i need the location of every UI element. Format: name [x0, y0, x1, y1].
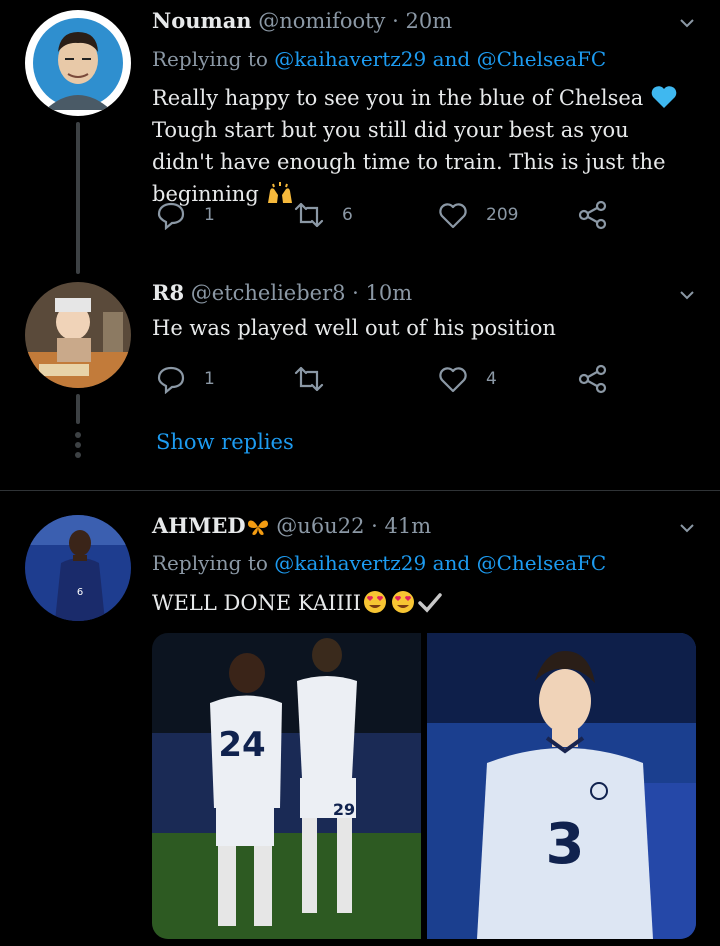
- timestamp[interactable]: 10m: [366, 281, 413, 305]
- avatar[interactable]: 6: [25, 515, 131, 621]
- separator: ·: [392, 9, 399, 33]
- replying-prefix: Replying to: [152, 47, 268, 71]
- avatar[interactable]: [25, 282, 131, 388]
- tweet-text: Really happy to see you in the blue of C…: [152, 82, 692, 210]
- reply-icon: [157, 366, 185, 394]
- tweet-actions: 1 4: [152, 364, 622, 398]
- avatar-cartoon-icon: [33, 18, 123, 110]
- avatar-photo-icon: 6: [25, 515, 131, 621]
- replying-prefix: Replying to: [152, 551, 268, 575]
- share-icon: [578, 364, 607, 394]
- timestamp[interactable]: 20m: [406, 9, 453, 33]
- handle[interactable]: @etchelieber8: [191, 281, 346, 305]
- replying-and: and: [432, 47, 471, 71]
- thread-line: [76, 122, 80, 274]
- more-replies-dots: [74, 432, 82, 462]
- tweet-nouman[interactable]: Nouman @nomifooty · 20m Replying to @kai…: [0, 0, 720, 274]
- svg-text:6: 6: [77, 587, 83, 598]
- heart-eyes-emoji-icon: [364, 591, 387, 613]
- retweet-count: 6: [342, 205, 353, 225]
- replying-to: Replying to @kaihavertz29 and @ChelseaFC: [152, 47, 606, 71]
- tweet-ahmed[interactable]: 6 AHMED @u6u22 · 41m Replying to @kaihav…: [0, 491, 720, 946]
- retweet-icon: [294, 366, 324, 392]
- share-button[interactable]: [578, 200, 608, 230]
- retweet-button[interactable]: 6: [294, 200, 353, 230]
- tweet-text: WELL DONE KAIIII: [152, 587, 692, 619]
- mention-link[interactable]: @ChelseaFC: [477, 47, 607, 71]
- tweet-text-part: Tough start but you still did your best …: [152, 118, 666, 206]
- tweet-text: He was played well out of his position: [152, 316, 556, 340]
- photo-players[interactable]: 24 29: [152, 633, 421, 939]
- display-name[interactable]: R8: [152, 280, 184, 305]
- like-button[interactable]: 4: [438, 364, 497, 394]
- photo-player[interactable]: 3: [427, 633, 696, 939]
- chevron-down-icon[interactable]: [680, 16, 694, 30]
- like-icon: [439, 367, 467, 393]
- handle[interactable]: @nomifooty: [258, 9, 385, 33]
- avatar-photo-icon: [25, 282, 131, 388]
- reply-button[interactable]: 1: [156, 200, 215, 230]
- handle[interactable]: @u6u22: [276, 514, 364, 538]
- check-mark-icon: [418, 593, 442, 613]
- retweet-icon: [294, 202, 324, 228]
- show-replies-link[interactable]: Show replies: [156, 430, 294, 454]
- share-icon: [578, 200, 607, 230]
- tweet-header: AHMED @u6u22 · 41m: [152, 513, 431, 538]
- timestamp[interactable]: 41m: [385, 514, 432, 538]
- svg-text:29: 29: [333, 800, 355, 819]
- svg-text:24: 24: [218, 725, 265, 765]
- tweet-text-part: Really happy to see you in the blue of C…: [152, 86, 644, 110]
- chevron-down-icon[interactable]: [680, 521, 694, 535]
- tweet-actions: 1 6 209: [152, 200, 622, 234]
- tweet-header: Nouman @nomifooty · 20m: [152, 8, 452, 33]
- like-button[interactable]: 209: [438, 200, 518, 230]
- chevron-down-icon[interactable]: [680, 288, 694, 302]
- like-icon: [439, 203, 467, 229]
- replying-and: and: [432, 551, 471, 575]
- tweet-text-part: WELL DONE KAIIII: [152, 591, 362, 615]
- display-name[interactable]: Nouman: [152, 8, 252, 33]
- butterfly-emoji-icon: [247, 520, 268, 535]
- reply-count: 1: [204, 205, 215, 225]
- share-button[interactable]: [578, 364, 608, 394]
- like-count: 4: [486, 369, 497, 389]
- heart-eyes-emoji-icon: [392, 591, 415, 613]
- photo-players-image: 24 29: [152, 633, 421, 939]
- reply-button[interactable]: 1: [156, 364, 215, 394]
- mention-link[interactable]: @kaihavertz29: [274, 551, 426, 575]
- mention-link[interactable]: @ChelseaFC: [477, 551, 607, 575]
- heart-emoji-icon: [651, 86, 677, 108]
- svg-text:3: 3: [546, 812, 585, 877]
- tweet-r8[interactable]: R8 @etchelieber8 · 10m He was played wel…: [0, 270, 720, 492]
- mention-link[interactable]: @kaihavertz29: [274, 47, 426, 71]
- avatar[interactable]: [25, 10, 131, 116]
- photo-player-image: 3: [427, 633, 696, 939]
- thread-line: [76, 394, 80, 424]
- display-name[interactable]: AHMED: [152, 513, 270, 538]
- like-count: 209: [486, 205, 519, 225]
- replying-to: Replying to @kaihavertz29 and @ChelseaFC: [152, 551, 606, 575]
- separator: ·: [371, 514, 378, 538]
- reply-count: 1: [204, 369, 215, 389]
- tweet-header: R8 @etchelieber8 · 10m: [152, 280, 412, 305]
- retweet-button[interactable]: [294, 364, 342, 394]
- separator: ·: [352, 281, 359, 305]
- reply-icon: [157, 202, 185, 230]
- tweet-media[interactable]: 24 29 3: [152, 633, 696, 939]
